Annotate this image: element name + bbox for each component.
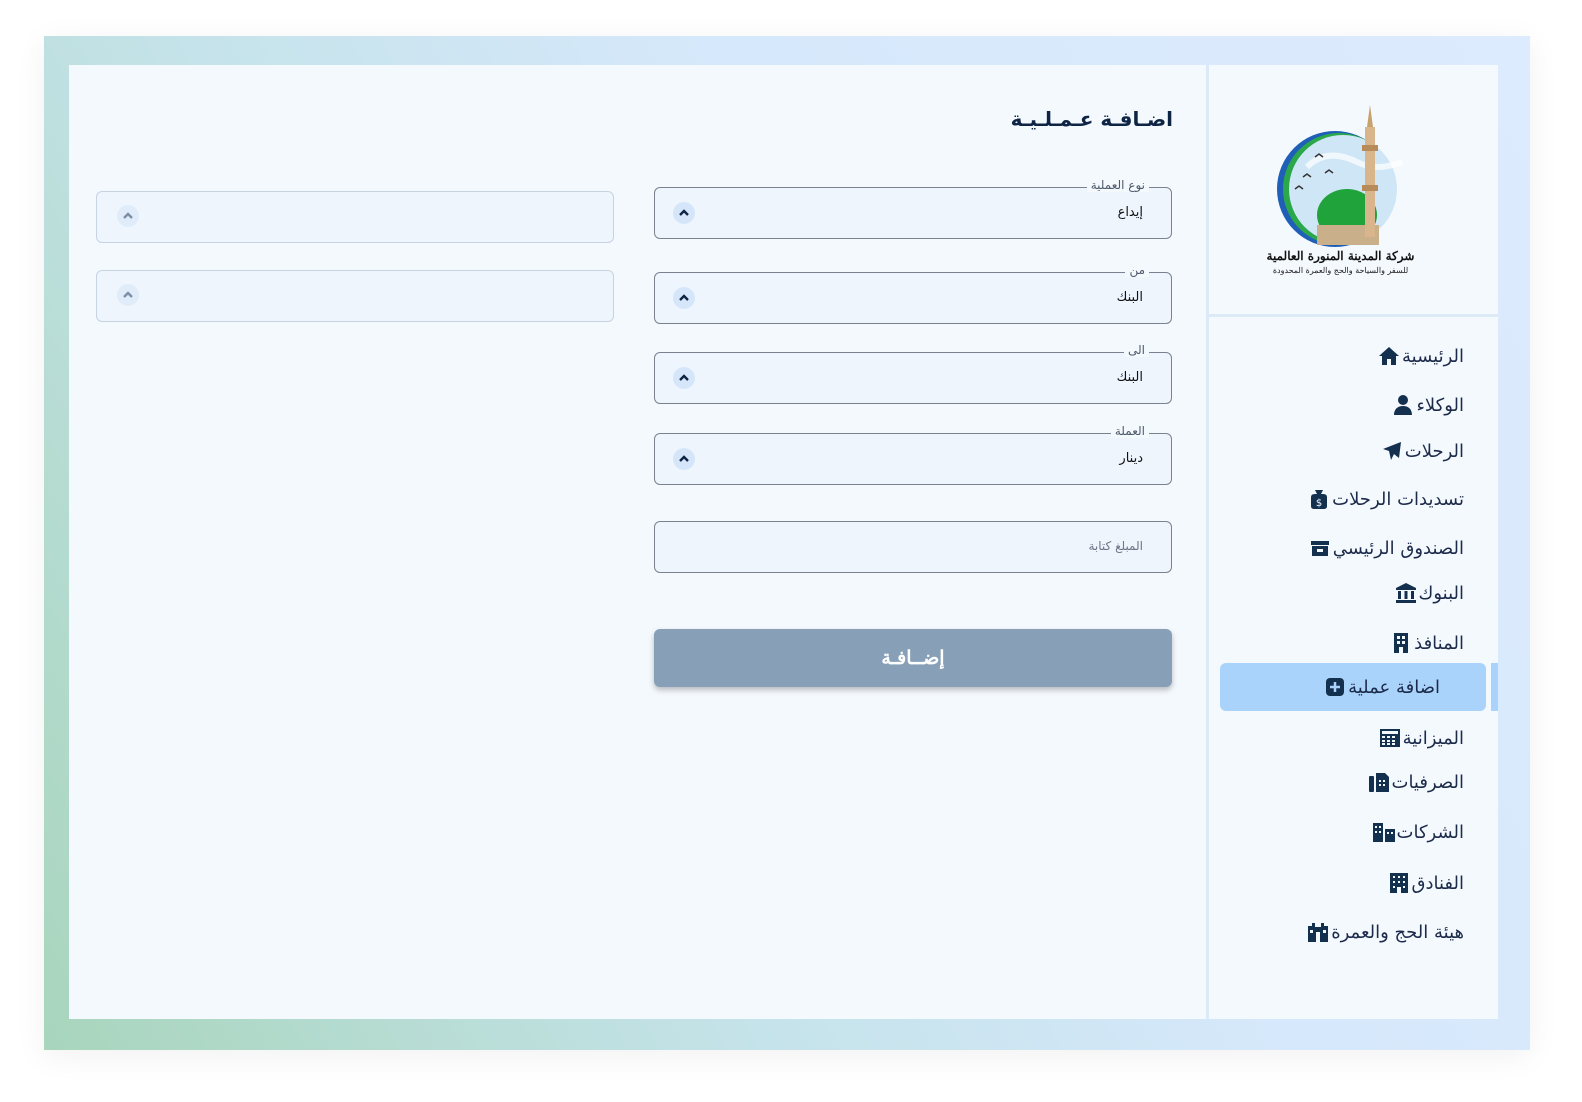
sidebar-item-label: الوكلاء — [1416, 394, 1464, 416]
from-select[interactable]: من البنك — [654, 263, 1172, 324]
operation-type-label: نوع العملية — [1086, 178, 1149, 192]
operation-type-select[interactable]: نوع العملية إيداع — [654, 178, 1172, 239]
currency-label: العملة — [1110, 424, 1149, 438]
to-select[interactable]: الى البنك — [654, 343, 1172, 404]
extra-select-2[interactable] — [96, 270, 614, 322]
sidebar-item-expenses[interactable]: الصرفيات — [1354, 764, 1465, 800]
buildings-icon — [1371, 819, 1397, 845]
active-item-bar — [1491, 663, 1498, 711]
chevron-up-icon[interactable] — [673, 202, 695, 224]
add-button[interactable]: إضــافـة — [654, 629, 1172, 687]
svg-text:$: $ — [1316, 498, 1322, 509]
sidebar-item-home[interactable]: الرئيسية — [1364, 338, 1464, 374]
sidebar-item-label: تسديدات الرحلات — [1332, 488, 1464, 510]
currency-value: دينار — [1119, 451, 1143, 466]
amount-in-words-input[interactable]: المبلغ كتابة — [654, 521, 1172, 573]
to-label: الى — [1124, 343, 1149, 357]
company-subtitle: للسفر والسياحة والحج والعمرة المحدودة — [1272, 266, 1409, 275]
user-tie-icon — [1390, 392, 1416, 418]
sidebar-item-label: الفنادق — [1411, 872, 1465, 894]
hotel-icon — [1386, 870, 1412, 896]
fax-icon — [1366, 769, 1392, 795]
app-window: اضـافـة عـمـلـيـة نوع العملية إيداع من ا… — [69, 65, 1498, 1019]
calculator-icon — [1377, 725, 1403, 751]
sidebar-item-label: الشركات — [1396, 821, 1464, 843]
building-icon — [1388, 630, 1414, 656]
sidebar-item-agents[interactable]: الوكلاء — [1378, 387, 1464, 423]
sidebar-item-trips[interactable]: الرحلات — [1367, 433, 1464, 469]
operation-type-value: إيداع — [1117, 205, 1143, 220]
sidebar-item-hotels[interactable]: الفنادق — [1374, 865, 1465, 901]
home-icon — [1376, 343, 1402, 369]
sidebar-item-banks[interactable]: البنوك — [1381, 575, 1464, 611]
chevron-up-icon[interactable] — [673, 448, 695, 470]
sidebar-item-trip-payments[interactable]: $ تسديدات الرحلات — [1294, 481, 1464, 517]
company-name: شركة المدينة المنورة العالمية — [1266, 249, 1415, 263]
sidebar-item-label: البنوك — [1418, 582, 1464, 604]
sidebar-item-label: الصرفيات — [1391, 771, 1465, 793]
chevron-up-icon[interactable] — [117, 284, 139, 306]
chevron-up-icon[interactable] — [673, 287, 695, 309]
logo-area: شركة المدينة المنورة العالمية للسفر والس… — [1209, 65, 1498, 317]
sidebar-item-label: الميزانية — [1402, 727, 1464, 749]
from-label: من — [1125, 263, 1149, 277]
to-value: البنك — [1116, 370, 1143, 385]
page-title: اضـافـة عـمـلـيـة — [1010, 107, 1173, 131]
currency-select[interactable]: العملة دينار — [654, 424, 1172, 485]
chevron-up-icon[interactable] — [117, 205, 139, 227]
chevron-up-icon[interactable] — [673, 367, 695, 389]
sidebar-item-budget[interactable]: الميزانية — [1365, 720, 1464, 756]
sidebar-item-label: الرئيسية — [1402, 345, 1464, 367]
cash-box-icon — [1307, 535, 1333, 561]
sidebar-item-main-cashbox[interactable]: الصندوق الرئيسي — [1295, 530, 1464, 566]
bank-icon — [1393, 580, 1419, 606]
company-logo — [1277, 105, 1404, 247]
sidebar-item-hajj-authority[interactable]: هيئة الحج والعمرة — [1293, 914, 1464, 950]
sidebar-item-label: الصندوق الرئيسي — [1332, 537, 1464, 559]
kaaba-icon — [1305, 919, 1331, 945]
amount-placeholder: المبلغ كتابة — [1088, 539, 1144, 553]
sidebar-item-label: المنافذ — [1414, 632, 1464, 654]
money-bag-icon: $ — [1306, 486, 1332, 512]
sidebar-item-outlets[interactable]: المنافذ — [1376, 625, 1464, 661]
sidebar-item-label: الرحلات — [1404, 440, 1464, 462]
plane-icon — [1379, 438, 1405, 464]
sidebar-item-label: اضافة عملية — [1348, 676, 1440, 698]
sidebar-item-label: هيئة الحج والعمرة — [1331, 921, 1464, 943]
sidebar-item-add-operation[interactable]: اضافة عملية — [1310, 669, 1440, 705]
sidebar-item-companies[interactable]: الشركات — [1359, 814, 1464, 850]
from-value: البنك — [1116, 290, 1143, 305]
extra-select-1[interactable] — [96, 191, 614, 243]
plus-square-icon — [1322, 674, 1348, 700]
sidebar: شركة المدينة المنورة العالمية للسفر والس… — [1206, 65, 1498, 1019]
